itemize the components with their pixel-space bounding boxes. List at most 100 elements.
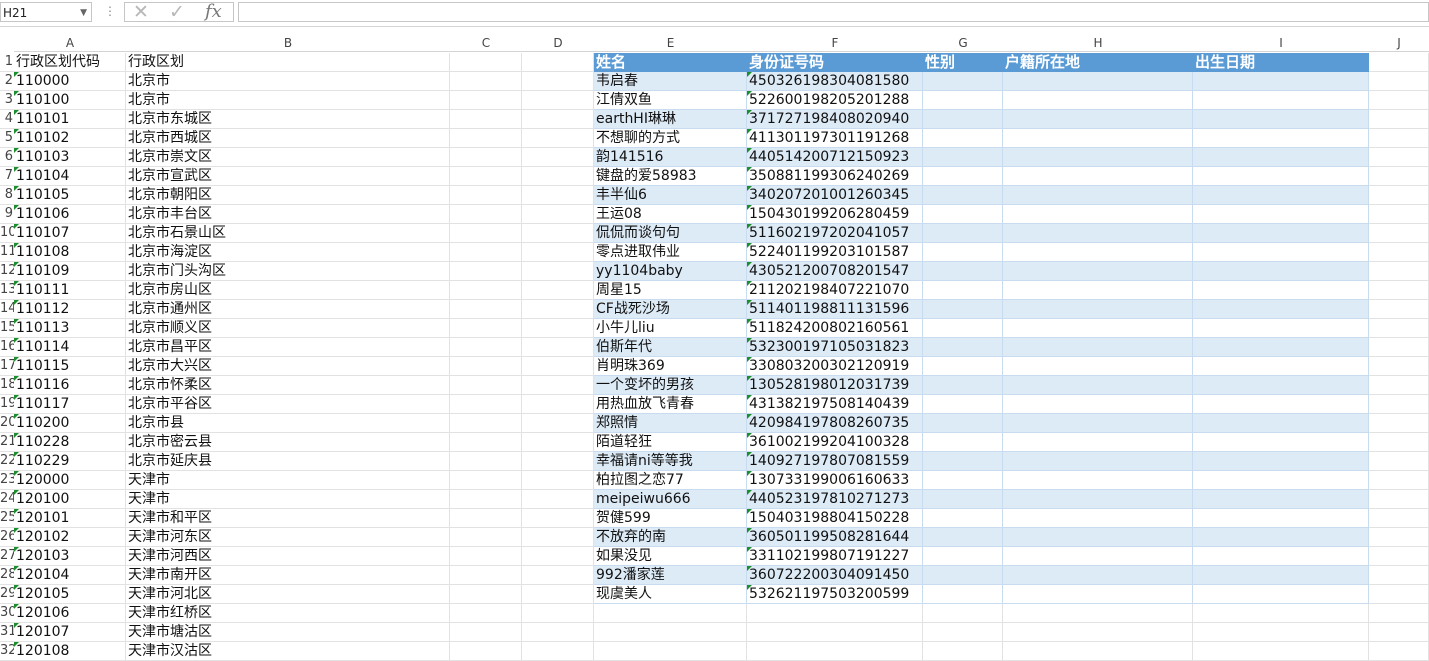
region-code-cell[interactable]: 110107 xyxy=(14,224,126,243)
region-code-cell[interactable]: 110113 xyxy=(14,319,126,338)
empty-cell[interactable] xyxy=(1369,243,1429,262)
empty-cell[interactable] xyxy=(522,623,594,642)
name-cell[interactable]: 小牛儿liu xyxy=(594,319,747,338)
region-name-cell[interactable]: 天津市和平区 xyxy=(126,509,450,528)
empty-cell[interactable] xyxy=(522,357,594,376)
empty-cell[interactable] xyxy=(522,300,594,319)
region-code-cell[interactable]: 120105 xyxy=(14,585,126,604)
empty-cell[interactable] xyxy=(522,72,594,91)
column-header-j[interactable]: J xyxy=(1369,34,1429,52)
birth-date-cell[interactable] xyxy=(1193,110,1369,129)
name-cell[interactable]: 周星15 xyxy=(594,281,747,300)
empty-cell[interactable] xyxy=(450,205,522,224)
row-header[interactable]: 29 xyxy=(0,585,14,604)
region-name-cell[interactable]: 北京市丰台区 xyxy=(126,205,450,224)
gender-cell[interactable] xyxy=(923,186,1003,205)
gender-cell[interactable] xyxy=(923,262,1003,281)
name-cell[interactable]: yy1104baby xyxy=(594,262,747,281)
empty-cell[interactable] xyxy=(450,300,522,319)
empty-cell[interactable] xyxy=(747,642,923,661)
region-name-cell[interactable]: 天津市 xyxy=(126,490,450,509)
birth-date-cell[interactable] xyxy=(1193,262,1369,281)
gender-cell[interactable] xyxy=(923,205,1003,224)
name-cell[interactable]: 侃侃而谈句句 xyxy=(594,224,747,243)
empty-cell[interactable] xyxy=(450,623,522,642)
empty-cell[interactable] xyxy=(1369,471,1429,490)
domicile-cell[interactable] xyxy=(1003,319,1193,338)
column-header-a[interactable]: A xyxy=(14,34,126,52)
id-number-cell[interactable]: 360722200304091450 xyxy=(747,566,923,585)
domicile-cell[interactable] xyxy=(1003,433,1193,452)
empty-cell[interactable] xyxy=(450,110,522,129)
region-name-cell[interactable]: 天津市红桥区 xyxy=(126,604,450,623)
row-header[interactable]: 12 xyxy=(0,262,14,281)
empty-cell[interactable] xyxy=(522,490,594,509)
empty-cell[interactable] xyxy=(1193,642,1369,661)
name-cell[interactable]: 992潘家莲 xyxy=(594,566,747,585)
id-number-cell[interactable]: 522600198205201288 xyxy=(747,91,923,110)
region-name-cell[interactable]: 北京市西城区 xyxy=(126,129,450,148)
row-header[interactable]: 20 xyxy=(0,414,14,433)
row-header[interactable]: 27 xyxy=(0,547,14,566)
row-header[interactable]: 13 xyxy=(0,281,14,300)
domicile-cell[interactable] xyxy=(1003,585,1193,604)
gender-cell[interactable] xyxy=(923,471,1003,490)
gender-cell[interactable] xyxy=(923,585,1003,604)
id-number-cell[interactable]: 511824200802160561 xyxy=(747,319,923,338)
empty-cell[interactable] xyxy=(1369,604,1429,623)
empty-cell[interactable] xyxy=(522,224,594,243)
empty-cell[interactable] xyxy=(1369,262,1429,281)
empty-cell[interactable] xyxy=(1369,642,1429,661)
gender-cell[interactable] xyxy=(923,357,1003,376)
row-header[interactable]: 31 xyxy=(0,623,14,642)
header-cell[interactable]: 行政区划代码 xyxy=(14,53,126,72)
row-header[interactable]: 14 xyxy=(0,300,14,319)
row-header[interactable]: 22 xyxy=(0,452,14,471)
domicile-cell[interactable] xyxy=(1003,243,1193,262)
empty-cell[interactable] xyxy=(1369,91,1429,110)
domicile-cell[interactable] xyxy=(1003,376,1193,395)
name-cell[interactable]: CF战死沙场 xyxy=(594,300,747,319)
empty-cell[interactable] xyxy=(450,319,522,338)
table-header-cell[interactable]: 出生日期 xyxy=(1193,53,1369,72)
id-number-cell[interactable]: 330803200302120919 xyxy=(747,357,923,376)
empty-cell[interactable] xyxy=(1369,281,1429,300)
gender-cell[interactable] xyxy=(923,547,1003,566)
row-header[interactable]: 2 xyxy=(0,72,14,91)
gender-cell[interactable] xyxy=(923,566,1003,585)
empty-cell[interactable] xyxy=(450,414,522,433)
empty-cell[interactable] xyxy=(450,72,522,91)
region-code-cell[interactable]: 110111 xyxy=(14,281,126,300)
empty-cell[interactable] xyxy=(522,566,594,585)
empty-cell[interactable] xyxy=(1369,414,1429,433)
empty-cell[interactable] xyxy=(522,319,594,338)
empty-cell[interactable] xyxy=(522,395,594,414)
region-code-cell[interactable]: 110108 xyxy=(14,243,126,262)
empty-cell[interactable] xyxy=(450,186,522,205)
empty-cell[interactable] xyxy=(522,243,594,262)
empty-cell[interactable] xyxy=(522,433,594,452)
id-number-cell[interactable]: 450326198304081580 xyxy=(747,72,923,91)
empty-cell[interactable] xyxy=(1369,452,1429,471)
birth-date-cell[interactable] xyxy=(1193,414,1369,433)
empty-cell[interactable] xyxy=(450,490,522,509)
empty-cell[interactable] xyxy=(522,205,594,224)
empty-cell[interactable] xyxy=(1369,338,1429,357)
more-options-icon[interactable]: ⋮ xyxy=(104,4,116,18)
region-code-cell[interactable]: 120103 xyxy=(14,547,126,566)
name-cell[interactable]: 零点进取伟业 xyxy=(594,243,747,262)
region-name-cell[interactable]: 天津市南开区 xyxy=(126,566,450,585)
gender-cell[interactable] xyxy=(923,319,1003,338)
empty-cell[interactable] xyxy=(522,262,594,281)
region-name-cell[interactable]: 天津市河西区 xyxy=(126,547,450,566)
empty-cell[interactable] xyxy=(450,471,522,490)
empty-cell[interactable] xyxy=(450,509,522,528)
header-cell[interactable]: 行政区划 xyxy=(126,53,450,72)
cancel-icon[interactable]: ✕ xyxy=(133,1,149,23)
region-code-cell[interactable]: 110102 xyxy=(14,129,126,148)
row-header[interactable]: 24 xyxy=(0,490,14,509)
row-header[interactable]: 32 xyxy=(0,642,14,661)
region-name-cell[interactable]: 北京市怀柔区 xyxy=(126,376,450,395)
empty-cell[interactable] xyxy=(450,452,522,471)
column-header-b[interactable]: B xyxy=(126,34,450,52)
